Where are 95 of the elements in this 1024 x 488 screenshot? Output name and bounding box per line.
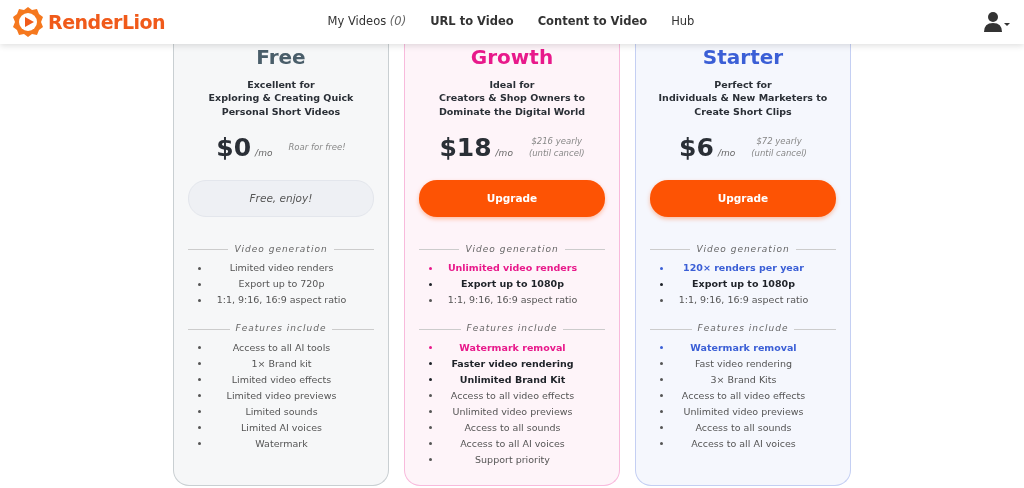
bullet-icon [429, 266, 432, 270]
section-heading: Video generation [234, 242, 328, 256]
bullet-icon [198, 298, 201, 302]
price-note: $216 yearly [530, 136, 584, 148]
feature-text: Support priority [474, 452, 551, 467]
bullet-icon [198, 266, 201, 270]
nav-link[interactable]: Hub [671, 13, 695, 31]
feature-text: 3× Brand Kits [709, 372, 778, 387]
plan-name: Growth [469, 46, 555, 68]
price-period: /mo [495, 147, 513, 161]
bullet-icon [660, 298, 663, 302]
feature-text: Watermark [254, 436, 309, 451]
bullet-icon [198, 362, 201, 366]
feature-text: Unlimited Brand Kit [458, 372, 567, 387]
plan-description: Creators & Shop Owners to Dominate the Digital World [437, 91, 587, 118]
feature-text: 1:1, 9:16, 16:9 aspect ratio [677, 293, 810, 308]
feature-text: Unlimited video previews [451, 404, 574, 419]
feature-text: Access to all sounds [463, 420, 562, 435]
feature-text: Access to all sounds [694, 420, 793, 435]
bullet-icon [429, 378, 432, 382]
price: $6 [679, 135, 714, 161]
bullet-icon [660, 394, 663, 398]
bullet-icon [429, 426, 432, 430]
plan-button[interactable]: Free, enjoy! [188, 179, 374, 217]
feature-text: Access to all AI tools [231, 340, 332, 355]
bullet-icon [660, 282, 663, 286]
feature-text: Access to all AI voices [459, 436, 566, 451]
bullet-icon [660, 378, 663, 382]
bullet-icon [429, 410, 432, 414]
feature-text: Watermark removal [689, 340, 798, 355]
price-period: /mo [717, 147, 736, 161]
price: $18 [439, 135, 492, 161]
plan-description: Individuals & New Marketers to Create Short Clips [657, 91, 829, 118]
bullet-icon [198, 442, 201, 446]
feature-text: Export up to 1080p [691, 277, 796, 292]
bullet-icon [429, 394, 432, 398]
bullet-icon [429, 458, 432, 462]
feature-text: Limited AI voices [240, 420, 323, 435]
feature-text: Access to all AI voices [690, 436, 797, 451]
bullet-icon [198, 378, 201, 382]
section-heading: Video generation [465, 242, 559, 256]
feature-text: Faster video rendering [450, 356, 575, 371]
section-heading: Video generation [696, 242, 790, 256]
plan-name: Free [255, 46, 307, 68]
feature-text: Unlimited video previews [682, 404, 805, 419]
feature-text: Access to all video effects [449, 388, 576, 403]
nav-link[interactable]: URL to Video [430, 13, 514, 31]
nav-link[interactable]: My Videos (0) [327, 13, 407, 31]
bullet-icon [429, 442, 432, 446]
bullet-icon [198, 410, 201, 414]
feature-text: 1:1, 9:16, 16:9 aspect ratio [446, 293, 579, 308]
bullet-icon [198, 282, 201, 286]
bullet-icon [660, 426, 663, 430]
section-heading: Features include [697, 322, 789, 336]
bullet-icon [429, 298, 432, 302]
lion-play-logo-icon[interactable] [12, 6, 44, 38]
feature-text: Limited sounds [244, 404, 319, 419]
bullet-icon [660, 346, 663, 350]
feature-text: Fast video rendering [693, 356, 794, 371]
plan-tagline: Ideal for [488, 78, 536, 92]
feature-text: 120× renders per year [682, 261, 805, 276]
nav-link[interactable]: Content to Video [537, 13, 648, 31]
feature-text: Limited video renders [228, 261, 335, 276]
price-period: /mo [255, 147, 273, 161]
feature-text: Watermark removal [458, 340, 567, 355]
feature-text: 1× Brand kit [250, 356, 313, 371]
bullet-icon [198, 346, 201, 350]
bullet-icon [429, 362, 432, 366]
plan-name: Starter [701, 46, 785, 68]
feature-text: Unlimited video renders [446, 261, 579, 276]
price-note: (until cancel) [528, 147, 585, 160]
section-heading: Features include [235, 322, 327, 336]
bullet-icon [429, 282, 432, 286]
bullet-icon [660, 362, 663, 366]
price-note: (until cancel) [751, 147, 807, 160]
price: $0 [216, 135, 252, 161]
bullet-icon [429, 346, 432, 350]
plan-description: Exploring & Creating Quick Personal Short Videos [207, 91, 355, 118]
price-note: $72 yearly [755, 136, 803, 148]
feature-text: Export up to 1080p [460, 277, 565, 292]
feature-text: 1:1, 9:16, 16:9 aspect ratio [215, 293, 348, 308]
price-note: Roar for free! [288, 142, 346, 154]
bullet-icon [660, 442, 663, 446]
bullet-icon [198, 426, 201, 430]
feature-text: Access to all video effects [680, 388, 807, 403]
plan-tagline: Excellent for [246, 78, 316, 92]
feature-text: Limited video previews [225, 388, 338, 403]
feature-text: Export up to 720p [237, 277, 326, 292]
bullet-icon [660, 266, 663, 270]
bullet-icon [660, 410, 663, 414]
section-heading: Features include [466, 322, 558, 336]
plan-tagline: Perfect for [713, 78, 773, 92]
feature-text: Limited video effects [230, 372, 333, 387]
bullet-icon [198, 394, 201, 398]
user-menu-icon[interactable] [984, 11, 1010, 33]
